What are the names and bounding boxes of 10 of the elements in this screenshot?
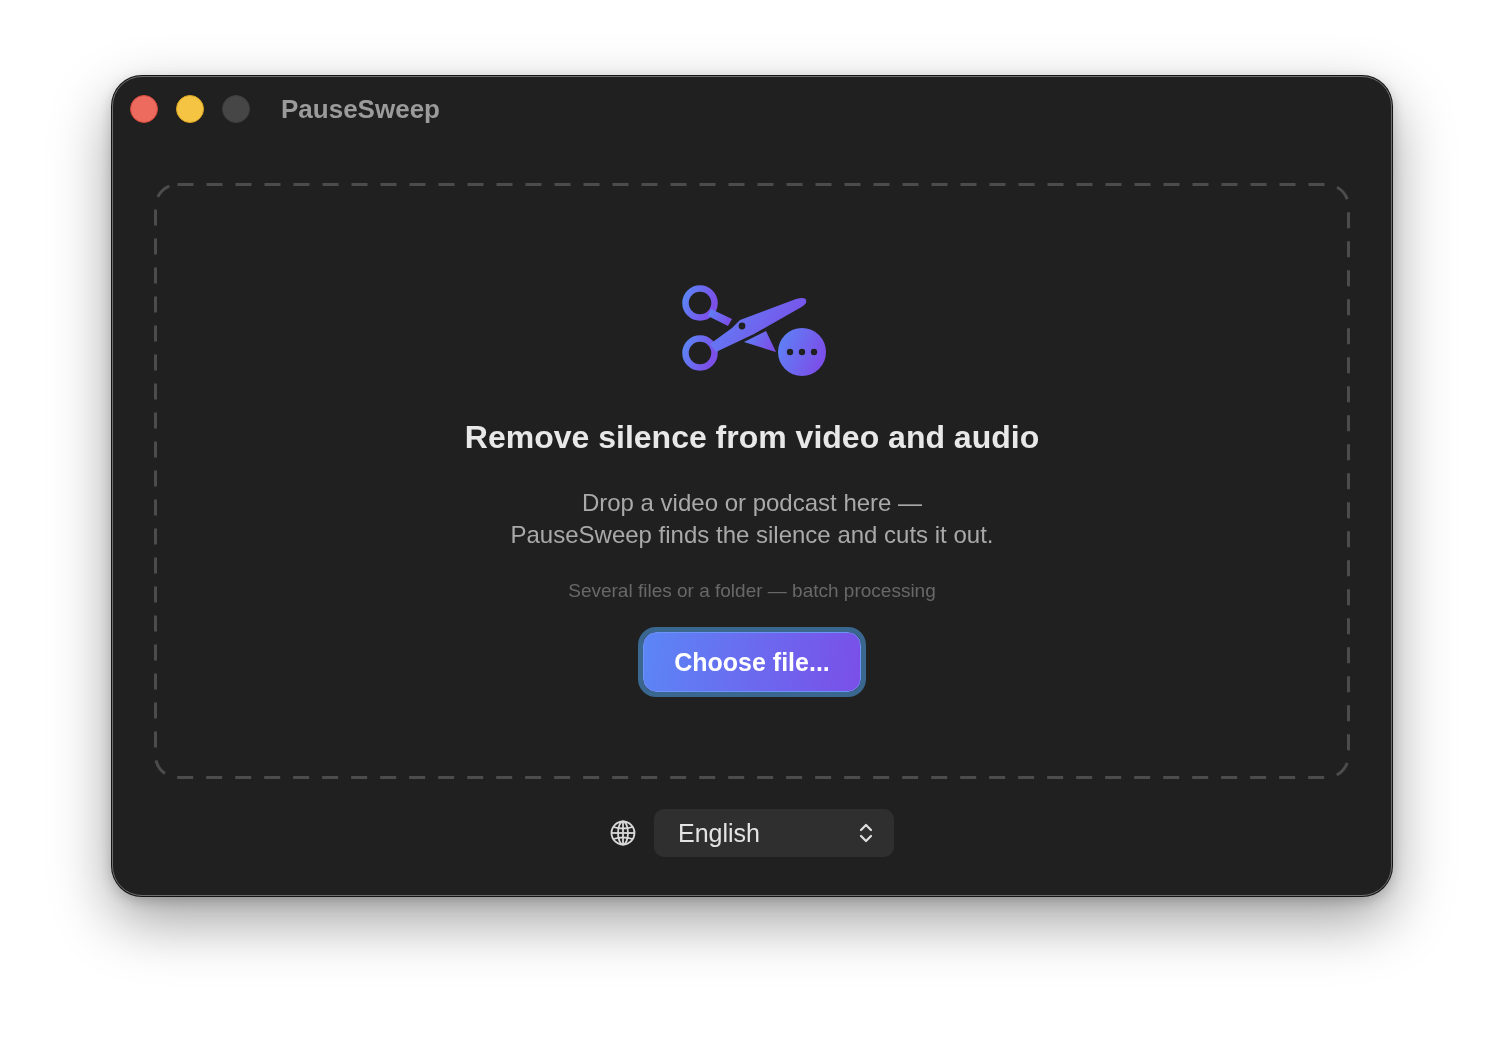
minimize-button[interactable]: [176, 95, 204, 123]
hint-text: Several files or a folder — batch processing: [568, 579, 936, 603]
heading: Remove silence from video and audio: [464, 418, 1040, 457]
close-button[interactable]: [130, 95, 158, 123]
window-title: PauseSweep: [281, 93, 440, 125]
description: Drop a video or podcast here — PauseSweep finds the silence and cuts it out.: [510, 488, 994, 550]
globe-icon: [610, 820, 636, 846]
language-select[interactable]: English: [654, 809, 894, 857]
drop-zone[interactable]: Remove silence from video and audio Drop a video or podcast here — PauseSweep finds the silence and cuts it out. Several files or a folder — batch processing Choose file...: [154, 183, 1350, 779]
chevron-updown-icon: [859, 822, 873, 844]
